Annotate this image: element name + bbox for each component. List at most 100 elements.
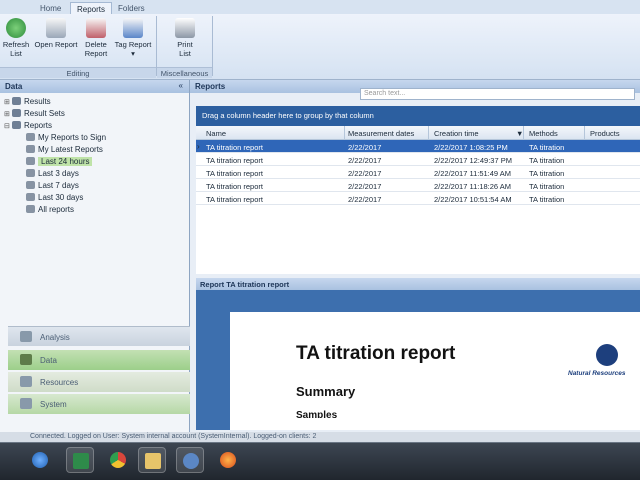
table-row[interactable]: TA titration report 2/22/2017 2/22/2017 …	[196, 179, 640, 192]
column-header-creation-time[interactable]: Creation time	[434, 129, 479, 138]
tree-item-last-30-days[interactable]: Last 30 days	[4, 192, 189, 204]
tree-item-last-24-hours[interactable]: Last 24 hours	[4, 156, 189, 168]
result-sets-icon	[12, 109, 21, 117]
collapse-pane-icon[interactable]: «	[179, 81, 183, 90]
reports-grid: Name Measurement dates Creation time ▼ M…	[196, 126, 640, 274]
excel-icon[interactable]	[66, 447, 94, 473]
reports-pane-title: Reports	[195, 82, 226, 91]
tab-reports[interactable]: Reports	[70, 2, 113, 14]
cell-name: TA titration report	[206, 182, 263, 191]
tree-item-results[interactable]: ⊞ Results	[4, 96, 189, 108]
column-header-name[interactable]: Name	[206, 129, 226, 138]
data-icon	[20, 354, 32, 365]
cell-method: TA titration	[529, 169, 565, 178]
folder-icon[interactable]	[138, 447, 166, 473]
search-input[interactable]: Search text...	[360, 88, 635, 100]
print-list-label: Print List	[177, 40, 193, 58]
column-separator[interactable]	[584, 126, 585, 140]
data-pane-title: Data	[5, 82, 23, 91]
grid-header: Name Measurement dates Creation time ▼ M…	[196, 126, 640, 140]
cell-measurement-date: 2/22/2017	[348, 156, 382, 165]
report-document-title: TA titration report	[296, 343, 456, 364]
open-report-icon	[46, 18, 66, 38]
tree-item-label: My Latest Reports	[38, 145, 103, 154]
column-header-products[interactable]: Products	[590, 129, 620, 138]
report-subsection-heading: Samples	[296, 410, 338, 418]
column-separator[interactable]	[428, 126, 429, 140]
group-label-miscellaneous: Miscellaneous	[157, 67, 212, 78]
data-tree: ⊞ Results ⊞ Result Sets ⊟ Reports My Report…	[0, 93, 189, 216]
tag-report-button[interactable]: Tag Report ▾	[112, 18, 154, 58]
tree-item-label: Results	[24, 97, 51, 106]
app-icon[interactable]	[176, 447, 204, 473]
tab-home[interactable]: Home	[34, 2, 67, 14]
nav-analysis[interactable]: Analysis	[8, 326, 190, 346]
ribbon-tab-bar: Home Reports Folders	[0, 0, 640, 14]
cell-measurement-date: 2/22/2017	[348, 195, 382, 204]
tag-report-icon	[123, 18, 143, 38]
table-row[interactable]: TA titration report 2/22/2017 2/22/2017 …	[196, 166, 640, 179]
taskbar	[0, 442, 640, 480]
ribbon: Refresh List Open Report Delete Report T…	[0, 14, 640, 80]
tree-item-last-7-days[interactable]: Last 7 days	[4, 180, 189, 192]
chrome-icon[interactable]	[104, 447, 132, 473]
column-header-methods[interactable]: Methods	[529, 129, 558, 138]
reports-icon	[12, 121, 21, 129]
tag-report-label: Tag Report ▾	[114, 40, 152, 58]
table-row[interactable]: TA titration report 2/22/2017 2/22/2017 …	[196, 153, 640, 166]
cell-method: TA titration	[529, 156, 565, 165]
results-icon	[12, 97, 21, 105]
tree-item-my-latest-reports[interactable]: My Latest Reports	[4, 144, 189, 156]
firefox-icon[interactable]	[214, 447, 242, 473]
open-report-button[interactable]: Open Report	[32, 18, 80, 49]
tree-item-result-sets[interactable]: ⊞ Result Sets	[4, 108, 189, 120]
group-label-editing: Editing	[0, 67, 156, 78]
start-orb-icon[interactable]	[26, 447, 54, 473]
nav-label: Analysis	[40, 333, 70, 342]
printer-icon	[175, 18, 195, 38]
delete-report-icon	[86, 18, 106, 38]
group-separator	[212, 16, 213, 76]
refresh-list-button[interactable]: Refresh List	[2, 18, 30, 58]
nav-system[interactable]: System	[8, 394, 190, 414]
cell-method: TA titration	[529, 182, 565, 191]
tree-item-label: Last 7 days	[38, 181, 79, 190]
filter-icon	[26, 133, 35, 141]
open-report-label: Open Report	[34, 40, 78, 49]
tab-folders[interactable]: Folders	[112, 2, 151, 14]
group-by-bar[interactable]: Drag a column header here to group by th…	[196, 106, 640, 126]
cell-measurement-date: 2/22/2017	[348, 182, 382, 191]
tree-item-all-reports[interactable]: All reports	[4, 204, 189, 216]
status-bar: Connected. Logged on User: System intern…	[0, 432, 640, 442]
nav-label: Resources	[40, 378, 79, 387]
nav-resources[interactable]: Resources	[8, 372, 190, 392]
table-row[interactable]: › TA titration report 2/22/2017 2/22/201…	[196, 140, 640, 153]
delete-report-label: Delete Report	[84, 40, 108, 58]
cell-name: TA titration report	[206, 169, 263, 178]
tree-item-last-3-days[interactable]: Last 3 days	[4, 168, 189, 180]
column-header-measurement-dates[interactable]: Measurement dates	[348, 129, 414, 138]
nav-data[interactable]: Data	[8, 350, 190, 370]
system-icon	[20, 398, 32, 409]
table-row[interactable]: TA titration report 2/22/2017 2/22/2017 …	[196, 192, 640, 205]
cell-creation-time: 2/22/2017 1:08:25 PM	[434, 143, 508, 152]
natural-resources-logo-icon	[596, 344, 618, 366]
cell-name: TA titration report	[206, 143, 263, 152]
refresh-icon	[6, 18, 26, 38]
cell-creation-time: 2/22/2017 11:51:49 AM	[434, 169, 512, 178]
tree-item-reports[interactable]: ⊟ Reports	[4, 120, 189, 132]
tree-item-my-reports-to-sign[interactable]: My Reports to Sign	[4, 132, 189, 144]
row-pointer-icon: ›	[197, 142, 200, 151]
cell-method: TA titration	[529, 195, 565, 204]
print-list-button[interactable]: Print List	[168, 18, 202, 58]
tree-item-label: Result Sets	[24, 109, 65, 118]
cell-method: TA titration	[529, 143, 565, 152]
analysis-icon	[20, 331, 32, 342]
cell-name: TA titration report	[206, 156, 263, 165]
delete-report-button[interactable]: Delete Report	[80, 18, 112, 58]
cell-creation-time: 2/22/2017 12:49:37 PM	[434, 156, 512, 165]
column-separator[interactable]	[344, 126, 345, 140]
tree-item-label: All reports	[38, 205, 75, 214]
nav-label: System	[40, 400, 67, 409]
column-separator[interactable]	[523, 126, 524, 140]
